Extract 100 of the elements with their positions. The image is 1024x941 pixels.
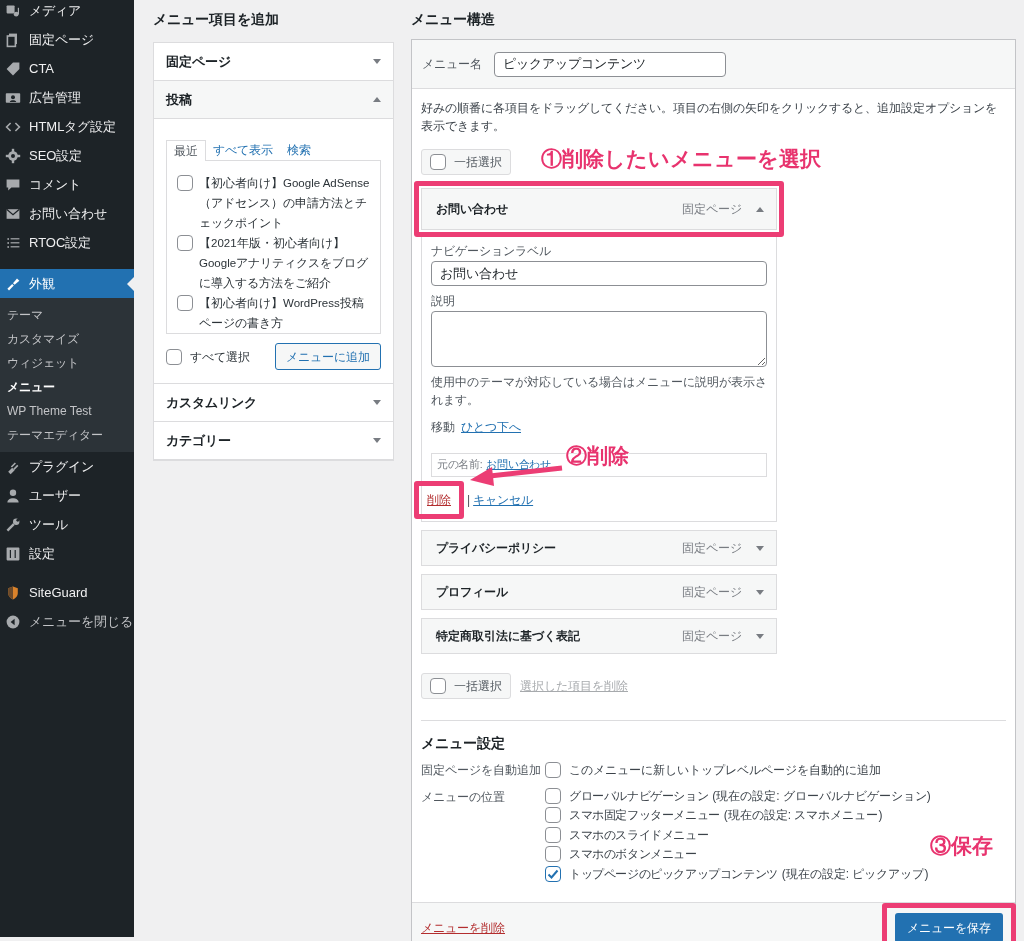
menu-item-header[interactable]: プライバシーポリシー 固定ページ <box>421 530 777 566</box>
settings-heading: メニュー設定 <box>421 734 506 753</box>
checkbox[interactable] <box>177 295 193 311</box>
submenu-item[interactable]: カスタマイズ <box>0 327 134 351</box>
expand-arrow-icon[interactable] <box>756 633 764 639</box>
help-text: 使用中のテーマが対応している場合はメニューに説明が表示されます。 <box>431 375 767 408</box>
field-label: 固定ページを自動追加 <box>421 762 541 779</box>
sidebar-item[interactable]: 広告管理 <box>0 83 134 112</box>
sidebar-item[interactable]: ツール <box>0 510 134 539</box>
checkbox-label: スマホのボタンメニュー <box>569 846 697 864</box>
tag-icon <box>5 60 21 77</box>
menu-item-title: お問い合わせ <box>436 201 508 218</box>
sidebar-item[interactable]: SiteGuard <box>0 578 134 607</box>
tab[interactable]: すべて表示 <box>206 139 280 160</box>
accordion-title: カスタムリンク <box>166 393 257 412</box>
submenu-item[interactable]: メニュー <box>0 375 134 399</box>
sliders-icon <box>5 545 21 562</box>
submenu-item[interactable]: テーマ <box>0 303 134 327</box>
item-type-label: 固定ページ <box>682 540 742 557</box>
description-field[interactable] <box>431 311 767 367</box>
sidebar-item[interactable]: 固定ページ <box>0 25 134 54</box>
checkbox[interactable] <box>430 678 446 694</box>
menu-item-header[interactable]: プロフィール 固定ページ <box>421 574 777 610</box>
bulk-select-control[interactable]: 一括選択 <box>421 673 511 699</box>
checkbox[interactable] <box>545 787 561 804</box>
sidebar-item[interactable]: ユーザー <box>0 481 134 510</box>
checkbox[interactable] <box>545 826 561 843</box>
cancel-link[interactable]: キャンセル <box>473 491 534 509</box>
checkbox[interactable] <box>545 807 561 824</box>
move-down-link[interactable]: ひとつ下へ <box>461 418 521 436</box>
item-type-label: 固定ページ <box>682 584 742 601</box>
checkbox-label: グローバルナビゲーション <box>569 787 709 805</box>
checkbox[interactable] <box>177 235 193 251</box>
submenu-item[interactable]: WP Theme Test <box>0 399 134 423</box>
current-setting-note: (現在の設定: スマホメニュー) <box>723 807 883 825</box>
section-heading: メニュー項目を追加 <box>153 10 280 29</box>
expand-arrow-icon[interactable] <box>373 59 381 64</box>
checkbox[interactable] <box>545 762 561 778</box>
menu-item-header[interactable]: 特定商取引法に基づく表記 固定ページ <box>421 618 777 654</box>
checkbox[interactable] <box>430 154 446 170</box>
checkbox-label: トップページのピックアップコンテンツ <box>569 865 778 883</box>
sidebar-item[interactable]: メディア <box>0 0 134 25</box>
separator-text: | <box>467 492 471 509</box>
menu-item-title: プライバシーポリシー <box>436 540 556 557</box>
post-title: 【初心者向け】Google AdSense（アドセンス）の申請方法とチェックポイント <box>199 176 370 231</box>
media-icon <box>5 2 21 19</box>
current-setting-note: (現在の設定: ピックアップ) <box>781 865 929 883</box>
sidebar-item[interactable]: CTA <box>0 54 134 83</box>
sidebar-item[interactable]: 設定 <box>0 539 134 568</box>
annotation-label: ①削除したいメニューを選択 <box>541 146 821 172</box>
checkbox-label: すべて選択 <box>190 348 250 366</box>
add-to-menu-button[interactable]: メニューに追加 <box>275 343 381 370</box>
sidebar-item[interactable]: お問い合わせ <box>0 199 134 228</box>
sidebar-item[interactable]: SEO設定 <box>0 141 134 170</box>
save-menu-button[interactable]: メニューを保存 <box>895 913 1003 941</box>
wrench-icon <box>5 516 21 533</box>
delete-menu-link[interactable]: メニューを削除 <box>421 919 505 937</box>
shield-icon <box>5 584 21 601</box>
sidebar-item[interactable]: HTMLタグ設定 <box>0 112 134 141</box>
menu-item-title: 特定商取引法に基づく表記 <box>436 628 580 645</box>
checkbox[interactable] <box>177 175 193 191</box>
navigation-label-field[interactable]: お問い合わせ <box>431 261 767 286</box>
checkbox-label: スマホのスライドメニュー <box>569 826 709 844</box>
tab[interactable]: 最近 <box>166 140 206 161</box>
expand-arrow-icon[interactable] <box>373 438 381 443</box>
sidebar-item[interactable]: 外観 <box>0 269 134 298</box>
sidebar-item[interactable]: コメント <box>0 170 134 199</box>
accordion-title: 投稿 <box>166 90 192 109</box>
checkbox[interactable] <box>545 865 561 882</box>
expand-arrow-icon[interactable] <box>373 400 381 405</box>
field-label: ナビゲーションラベル <box>431 243 552 260</box>
annotation-label: ③保存 <box>930 833 993 859</box>
current-setting-note: (現在の設定: グローバルナビゲーション) <box>712 787 931 805</box>
sidebar-item[interactable]: RTOC設定 <box>0 228 134 257</box>
checkbox[interactable] <box>545 846 561 863</box>
checkbox[interactable] <box>166 348 182 365</box>
collapse-arrow-icon[interactable] <box>756 206 764 212</box>
expand-arrow-icon[interactable] <box>756 589 764 595</box>
expand-arrow-icon[interactable] <box>756 545 764 551</box>
bulk-select-control[interactable]: 一括選択 <box>421 149 511 175</box>
remove-link[interactable]: 削除 <box>427 492 451 508</box>
field-label: 移動 <box>431 419 455 436</box>
menu-name-field[interactable]: ピックアップコンテンツ <box>494 51 726 77</box>
checkbox-label: スマホ固定フッターメニュー <box>569 807 720 825</box>
submenu-item[interactable]: ウィジェット <box>0 351 134 375</box>
field-label: メニュー名 <box>422 56 482 73</box>
accordion-header[interactable]: 投稿 <box>154 81 393 119</box>
tab[interactable]: 検索 <box>280 139 318 160</box>
collapse-icon <box>5 613 21 630</box>
collapse-arrow-icon[interactable] <box>373 97 381 102</box>
speech-bubble-icon <box>5 176 21 193</box>
field-label: 説明 <box>431 293 456 310</box>
sidebar-item[interactable]: メニューを閉じる <box>0 607 134 636</box>
user-icon <box>5 487 21 504</box>
sidebar-item[interactable]: プラグイン <box>0 452 134 481</box>
field-label: 元の名前: <box>437 457 483 473</box>
submenu-item[interactable]: テーマエディター <box>0 423 134 447</box>
menu-item-header[interactable]: お問い合わせ 固定ページ <box>421 188 777 230</box>
gear-icon <box>5 147 21 164</box>
post-title: 【初心者向け】WordPress投稿ページの書き方 <box>199 296 365 331</box>
